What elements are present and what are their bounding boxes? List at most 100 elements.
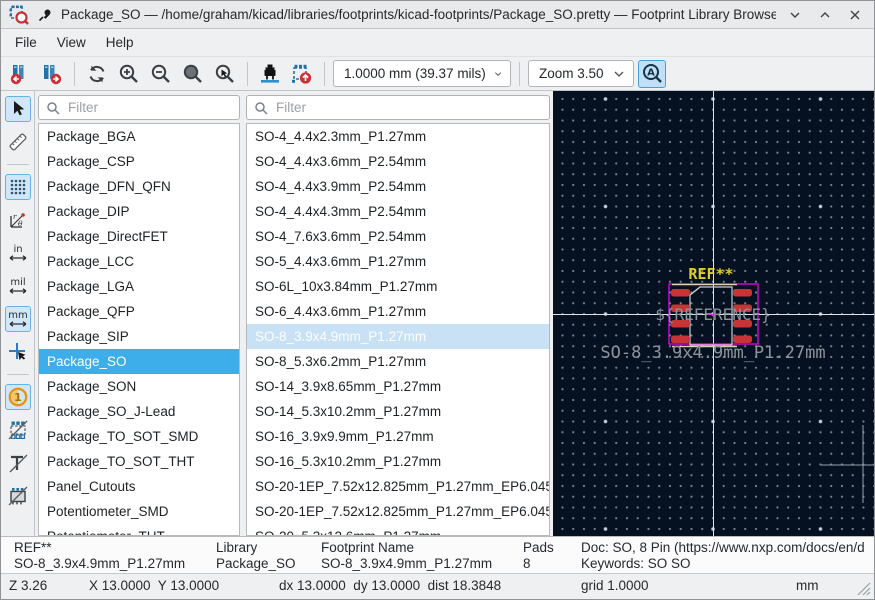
footprint-list-item[interactable]: SO-4_7.6x3.6mm_P2.54mm — [247, 224, 549, 249]
auto-zoom-icon: A — [643, 63, 662, 83]
refresh-button[interactable] — [83, 60, 111, 88]
zoom-fit-icon — [183, 64, 202, 83]
cursor-icon — [13, 101, 24, 116]
polar-coords-icon: r θ — [9, 213, 25, 228]
footprint-list-item[interactable]: SO-20-1EP_7.52x12.825mm_P1.27mm_EP6.045 — [247, 474, 549, 499]
footprint-list-item[interactable]: SO-8_5.3x6.2mm_P1.27mm — [247, 349, 549, 374]
units-inches-button[interactable]: in — [5, 240, 31, 266]
library-list-item[interactable]: Package_TO_SOT_THT — [39, 449, 239, 474]
toolbar-separator — [6, 374, 29, 375]
measure-tool-button[interactable] — [5, 129, 31, 155]
toolbar-separator — [247, 61, 248, 86]
library-list-item[interactable]: Package_DFN_QFN — [39, 174, 239, 199]
zoom-fit-button[interactable] — [179, 60, 207, 88]
crosshair-cursor-button[interactable] — [5, 339, 31, 365]
menu-bar: File View Help — [1, 29, 874, 56]
info-footprint-name-label: Footprint Name — [321, 540, 415, 555]
status-zoom: Z 3.26 — [9, 578, 48, 593]
footprint-list-item[interactable]: SO-4_4.4x3.6mm_P2.54mm — [247, 149, 549, 174]
window-title: Package_SO — /home/graham/kicad/librarie… — [61, 7, 776, 22]
library-list-item[interactable]: Package_LCC — [39, 249, 239, 274]
library-list-item[interactable]: Potentiometer_THT — [39, 524, 239, 535]
zoom-in-button[interactable] — [115, 60, 143, 88]
menu-view[interactable]: View — [47, 31, 96, 54]
footprint-list-item[interactable]: SO-4_4.4x4.3mm_P2.54mm — [247, 199, 549, 224]
grid-toggle-button[interactable] — [4, 174, 31, 200]
footprint-list-item[interactable]: SO-6_4.4x3.6mm_P1.27mm — [247, 299, 549, 324]
info-footprint-name-value: SO-8_3.9x4.9mm_P1.27mm — [321, 556, 493, 571]
zoom-out-button[interactable] — [147, 60, 175, 88]
footprint-list-item[interactable]: SO-16_5.3x10.2mm_P1.27mm — [247, 449, 549, 474]
library-list-item[interactable]: Package_SON — [39, 374, 239, 399]
library-filter-input[interactable] — [66, 99, 232, 116]
zoom-level-select[interactable]: Zoom 3.50 — [528, 60, 634, 87]
library-list-item[interactable]: Package_SIP — [39, 324, 239, 349]
units-mils-button[interactable]: mil — [5, 273, 31, 299]
select-tool-button[interactable] — [4, 96, 31, 122]
pad-8 — [733, 289, 752, 297]
library-list-item[interactable]: Package_SO_J-Lead — [39, 399, 239, 424]
add-footprint-to-board-button[interactable] — [288, 60, 316, 88]
high-contrast-mode-button[interactable]: 1 — [4, 384, 31, 410]
grid-size-select[interactable]: 1.0000 mm (39.37 mils) — [333, 60, 511, 87]
library-list: Package_BGA Package_CSP Package_DFN_QFN Pac… — [38, 123, 240, 536]
library-list-item[interactable]: Panel_Cutouts — [39, 474, 239, 499]
info-ref-label: REF** — [14, 540, 52, 555]
chevron-down-icon — [790, 12, 800, 18]
footprint-preview-canvas[interactable]: REF** ${REFERENCE} SO-8_3.9x4.9mm_P1.27m… — [553, 91, 874, 536]
menu-file[interactable]: File — [5, 31, 47, 54]
status-bar: Z 3.26 X 13.0000 Y 13.0000 dx 13.0000 dy… — [1, 573, 874, 599]
next-library-button[interactable] — [38, 60, 66, 88]
footprint-list-item[interactable]: SO-4_4.4x2.3mm_P1.27mm — [247, 124, 549, 149]
pin-icon[interactable] — [37, 7, 53, 23]
footprint-list-item[interactable]: SO-8_3.9x4.9mm_P1.27mm — [247, 324, 549, 349]
footprint-panel: SO-4_4.4x2.3mm_P1.27mmSO-4_4.4x3.6mm_P2.… — [243, 91, 553, 536]
zoom-in-icon — [119, 64, 138, 83]
app-icon — [9, 5, 29, 25]
sketch-pads-mode-button[interactable] — [5, 417, 31, 443]
pad-1 — [671, 289, 690, 297]
footprint-filter[interactable] — [246, 95, 550, 120]
minimize-button[interactable] — [784, 4, 806, 26]
zoom-selection-button[interactable] — [211, 60, 239, 88]
library-list-item[interactable]: Package_DirectFET — [39, 224, 239, 249]
sketch-footprint-mode-button[interactable] — [5, 483, 31, 509]
sketch-text-mode-button[interactable] — [5, 450, 31, 476]
left-toolbar: r θ in mil mm 1 — [1, 91, 35, 536]
units-mm-button[interactable]: mm — [4, 306, 31, 332]
library-list-item[interactable]: Package_QFP — [39, 299, 239, 324]
reference-designator-text: REF** — [688, 265, 733, 283]
info-library-label: Library — [216, 540, 258, 555]
refresh-icon — [89, 65, 105, 82]
ruler-icon — [8, 133, 27, 151]
resize-grip[interactable] — [856, 581, 871, 596]
auto-zoom-toggle-button[interactable]: A — [638, 59, 666, 88]
library-list-item[interactable]: Package_SO — [39, 349, 239, 374]
previous-library-icon — [10, 64, 24, 84]
footprint-filter-input[interactable] — [274, 99, 542, 116]
library-list-item[interactable]: Package_LGA — [39, 274, 239, 299]
library-list-item[interactable]: Potentiometer_SMD — [39, 499, 239, 524]
chevron-up-icon — [820, 11, 830, 17]
library-filter[interactable] — [38, 95, 240, 120]
footprint-list-item[interactable]: SO-4_4.4x3.9mm_P2.54mm — [247, 174, 549, 199]
footprint-list-item[interactable]: SO-20-1EP_7.52x12.825mm_P1.27mm_EP6.045 — [247, 499, 549, 524]
footprint-list-item[interactable]: SO-6L_10x3.84mm_P1.27mm — [247, 274, 549, 299]
footprint-list-item[interactable]: SO-20_5.3x12.6mm_P1.27mm — [247, 524, 549, 535]
maximize-button[interactable] — [814, 4, 836, 26]
footprint-list-item[interactable]: SO-5_4.4x3.6mm_P1.27mm — [247, 249, 549, 274]
footprint-list-item[interactable]: SO-14_3.9x8.65mm_P1.27mm — [247, 374, 549, 399]
sketch-pads-icon — [8, 420, 27, 440]
library-list-item[interactable]: Package_DIP — [39, 199, 239, 224]
footprint-list-item[interactable]: SO-14_5.3x10.2mm_P1.27mm — [247, 399, 549, 424]
svg-text:mm: mm — [8, 310, 27, 321]
polar-coordinates-button[interactable]: r θ — [5, 207, 31, 233]
insert-footprint-in-board-button[interactable] — [256, 60, 284, 88]
previous-library-button[interactable] — [6, 60, 34, 88]
library-list-item[interactable]: Package_TO_SOT_SMD — [39, 424, 239, 449]
library-list-item[interactable]: Package_BGA — [39, 124, 239, 149]
menu-help[interactable]: Help — [96, 31, 144, 54]
footprint-list-item[interactable]: SO-16_3.9x9.9mm_P1.27mm — [247, 424, 549, 449]
close-button[interactable] — [844, 4, 866, 26]
library-list-item[interactable]: Package_CSP — [39, 149, 239, 174]
